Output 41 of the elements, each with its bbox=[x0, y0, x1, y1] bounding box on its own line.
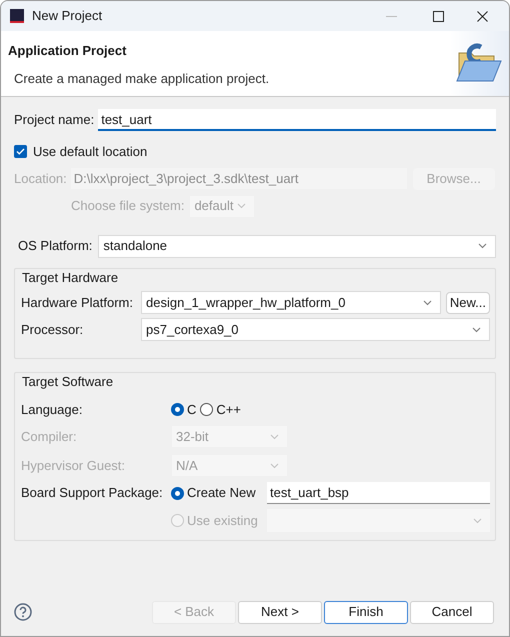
field-label: Processor: bbox=[21, 320, 84, 339]
group-title: Target Hardware bbox=[22, 268, 120, 287]
dialog-button[interactable]: Next > bbox=[238, 600, 322, 624]
caret-icon bbox=[237, 203, 246, 209]
field-label: Compiler: bbox=[21, 428, 78, 446]
new-button[interactable]: New... bbox=[446, 292, 490, 314]
app-logo-icon bbox=[10, 9, 24, 23]
dialog-button[interactable]: Cancel bbox=[410, 600, 494, 624]
field-label: Location: bbox=[14, 170, 67, 188]
group-title: Target Software bbox=[22, 373, 114, 391]
caret-icon bbox=[270, 434, 279, 440]
caret-icon bbox=[478, 243, 487, 249]
field-label: Language: bbox=[21, 400, 84, 419]
maximize-icon[interactable] bbox=[433, 10, 444, 22]
caret-icon bbox=[473, 518, 482, 524]
page-description: Create a managed make application project. bbox=[14, 70, 270, 88]
help-icon[interactable] bbox=[14, 603, 32, 621]
radio-button[interactable]: Create New bbox=[171, 483, 267, 503]
page-title: Application Project bbox=[8, 42, 128, 60]
text-field[interactable]: test_uart bbox=[98, 109, 496, 131]
dialog-button[interactable]: Finish bbox=[324, 600, 408, 624]
field-label: Hardware Platform: bbox=[21, 294, 134, 312]
text-field[interactable]: test_uart_bsp bbox=[267, 482, 490, 504]
dropdown[interactable]: design_1_wrapper_hw_platform_0 bbox=[141, 291, 441, 314]
checkbox[interactable]: Use default location bbox=[14, 142, 148, 162]
check-icon bbox=[16, 148, 25, 156]
dropdown[interactable]: ps7_cortexa9_0 bbox=[141, 318, 490, 341]
field-label: Hypervisor Guest: bbox=[21, 456, 126, 475]
field-label: Board Support Package: bbox=[21, 484, 164, 502]
field-label: Choose file system: bbox=[71, 197, 184, 216]
caret-icon bbox=[472, 326, 481, 332]
radio-button[interactable]: C++ bbox=[200, 400, 241, 419]
field-label: OS Platform: bbox=[18, 237, 92, 256]
window-title: New Project bbox=[32, 7, 102, 26]
dropdown[interactable]: standalone bbox=[98, 234, 496, 258]
field-label: Project name: bbox=[14, 111, 94, 130]
caret-icon bbox=[422, 300, 432, 306]
folder-icon bbox=[455, 42, 503, 84]
radio-button[interactable]: C bbox=[171, 400, 196, 419]
close-icon[interactable] bbox=[477, 10, 488, 22]
caret-icon bbox=[270, 462, 279, 468]
